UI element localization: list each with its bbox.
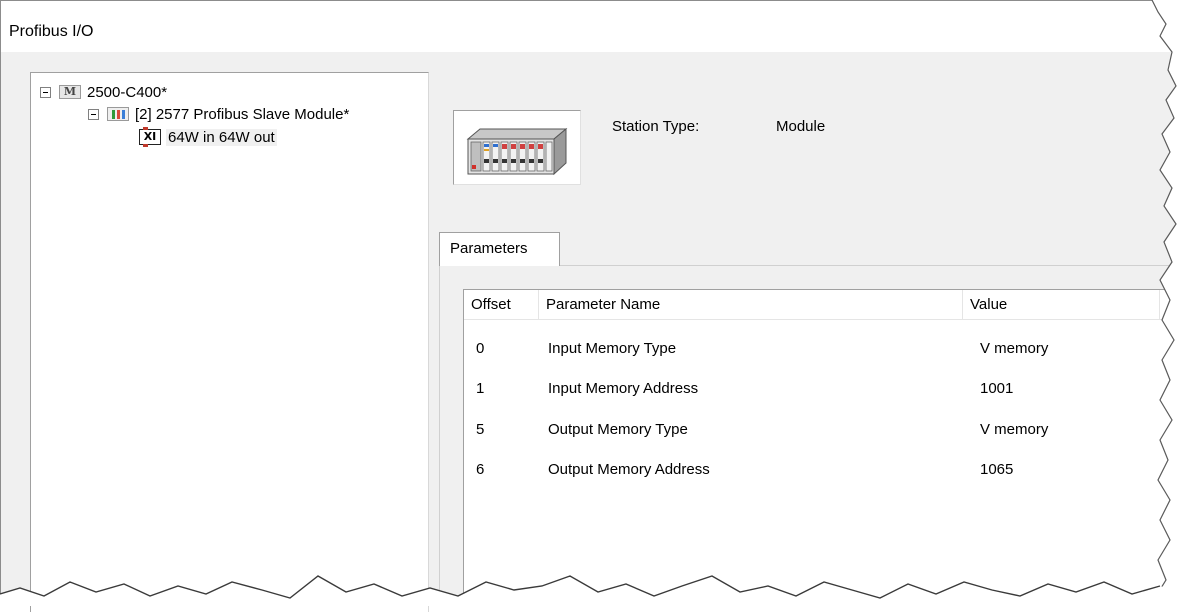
- module-m-icon: M: [59, 85, 81, 99]
- cell-value: V memory: [980, 340, 1049, 357]
- tree-item-label: 2500-C400*: [87, 83, 168, 101]
- tab-parameters[interactable]: Parameters: [439, 232, 560, 266]
- tree-item-slave-module[interactable]: [2] 2577 Profibus Slave Module*: [88, 104, 349, 124]
- station-image: [453, 110, 581, 185]
- cell-parameter-name: Output Memory Type: [548, 421, 688, 438]
- station-type-label: Station Type:: [612, 118, 700, 135]
- table-row[interactable]: 1 Input Memory Address 1001: [464, 370, 1189, 408]
- window-title: Profibus I/O: [9, 23, 94, 40]
- cell-offset: 6: [476, 461, 485, 478]
- cell-offset: 0: [476, 340, 485, 357]
- column-header-value[interactable]: Value: [963, 290, 1160, 319]
- tree-item-label: [2] 2577 Profibus Slave Module*: [135, 105, 350, 123]
- table-row[interactable]: 6 Output Memory Address 1065: [464, 451, 1189, 489]
- cell-parameter-name: Input Memory Address: [548, 380, 699, 397]
- cell-offset: 1: [476, 380, 485, 397]
- cell-offset: 5: [476, 421, 485, 438]
- profibus-io-window: Profibus I/O M 2500-C400* [2] 2577 Profi…: [0, 0, 1189, 612]
- title-bar: Profibus I/O: [1, 0, 1189, 52]
- device-tree[interactable]: M 2500-C400* [2] 2577 Profibus Slave Mod…: [30, 72, 429, 612]
- column-header-parameter-name[interactable]: Parameter Name: [539, 290, 963, 319]
- io-xi-icon: XI: [139, 127, 161, 147]
- station-rack-icon: [466, 127, 568, 176]
- cell-parameter-name: Output Memory Address: [548, 461, 710, 478]
- cell-value: 1065: [980, 461, 1014, 478]
- cell-value: V memory: [980, 421, 1049, 438]
- cell-value: 1001: [980, 380, 1014, 397]
- tree-item-io-config[interactable]: XI 64W in 64W out: [139, 127, 277, 147]
- cell-parameter-name: Input Memory Type: [548, 340, 677, 357]
- table-row[interactable]: 0 Input Memory Type V memory: [464, 330, 1189, 368]
- column-header-offset[interactable]: Offset: [464, 290, 539, 319]
- parameters-table[interactable]: Offset Parameter Name Value 0 Input Memo…: [463, 289, 1189, 606]
- table-row[interactable]: 5 Output Memory Type V memory: [464, 411, 1189, 449]
- tree-item-root[interactable]: M 2500-C400*: [40, 82, 167, 102]
- station-type-value: Module: [776, 118, 826, 135]
- collapse-toggle-icon[interactable]: [88, 108, 99, 120]
- tab-strip-divider: [560, 265, 1189, 266]
- table-header: Offset Parameter Name Value: [464, 290, 1189, 320]
- slave-module-icon: [107, 107, 129, 121]
- tree-item-label: 64W in 64W out: [166, 128, 277, 146]
- collapse-toggle-icon[interactable]: [40, 86, 51, 98]
